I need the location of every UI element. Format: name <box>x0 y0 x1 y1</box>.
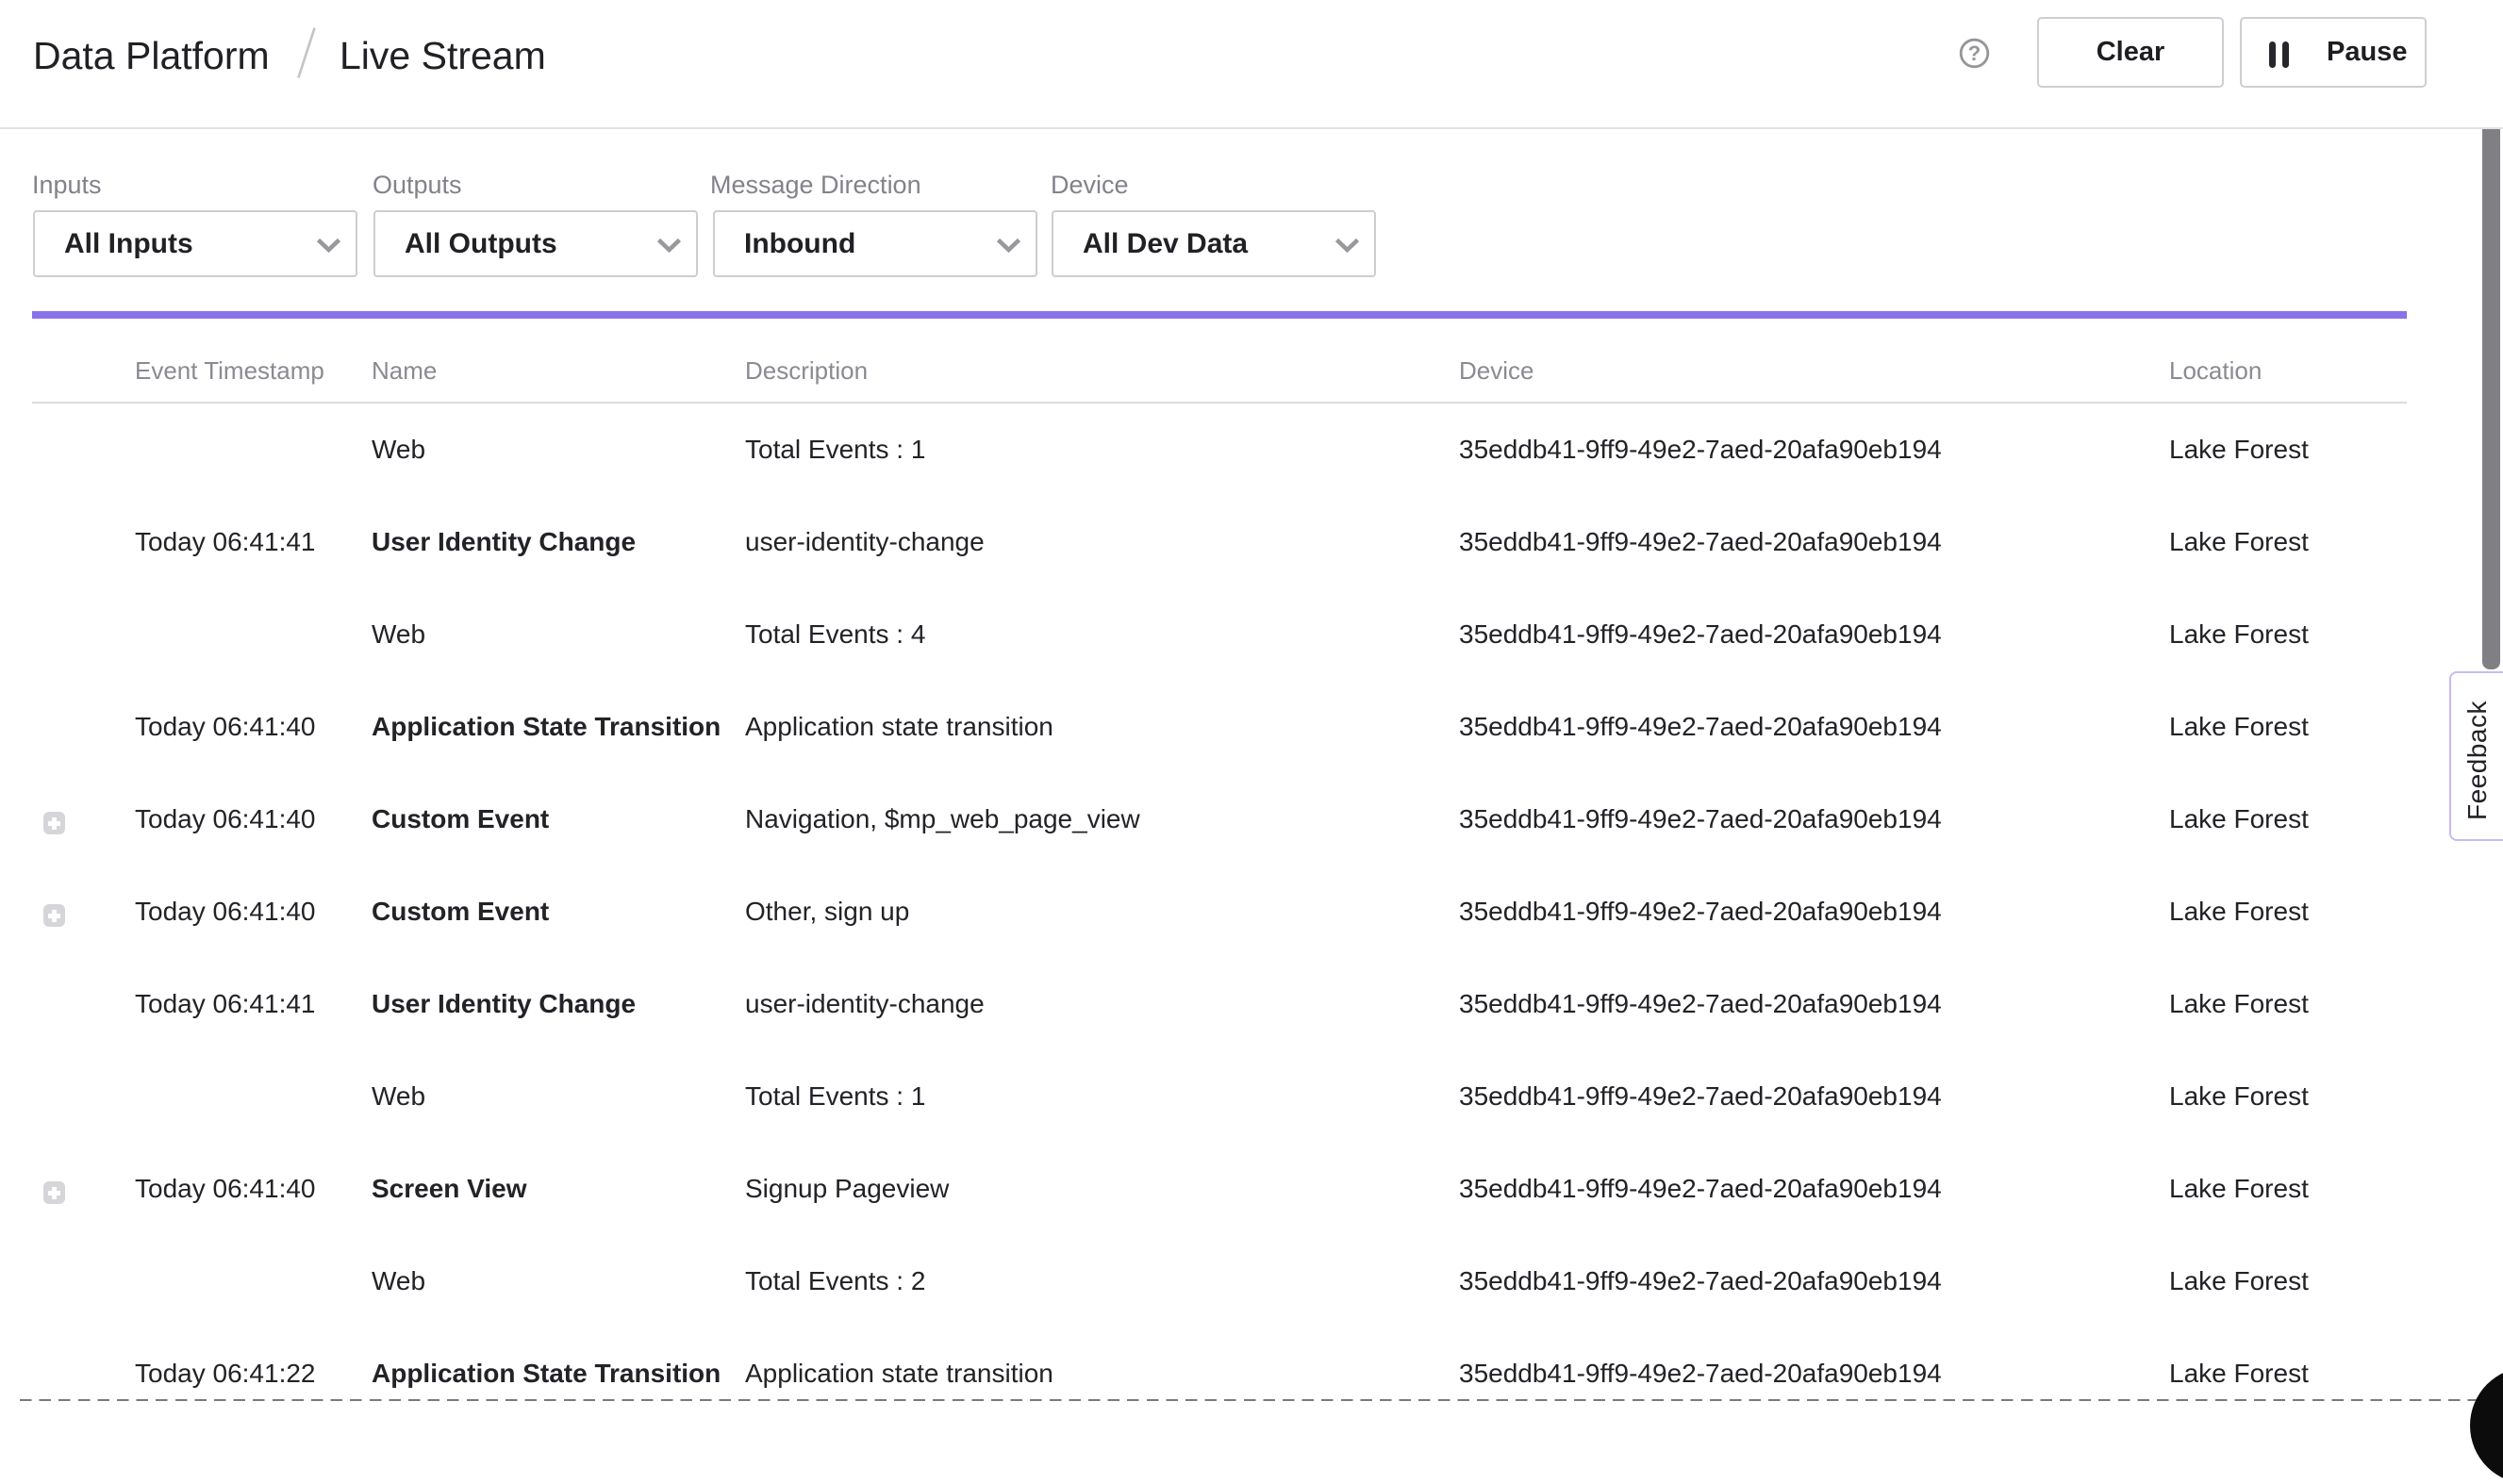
svg-text:?: ? <box>1968 41 1981 65</box>
